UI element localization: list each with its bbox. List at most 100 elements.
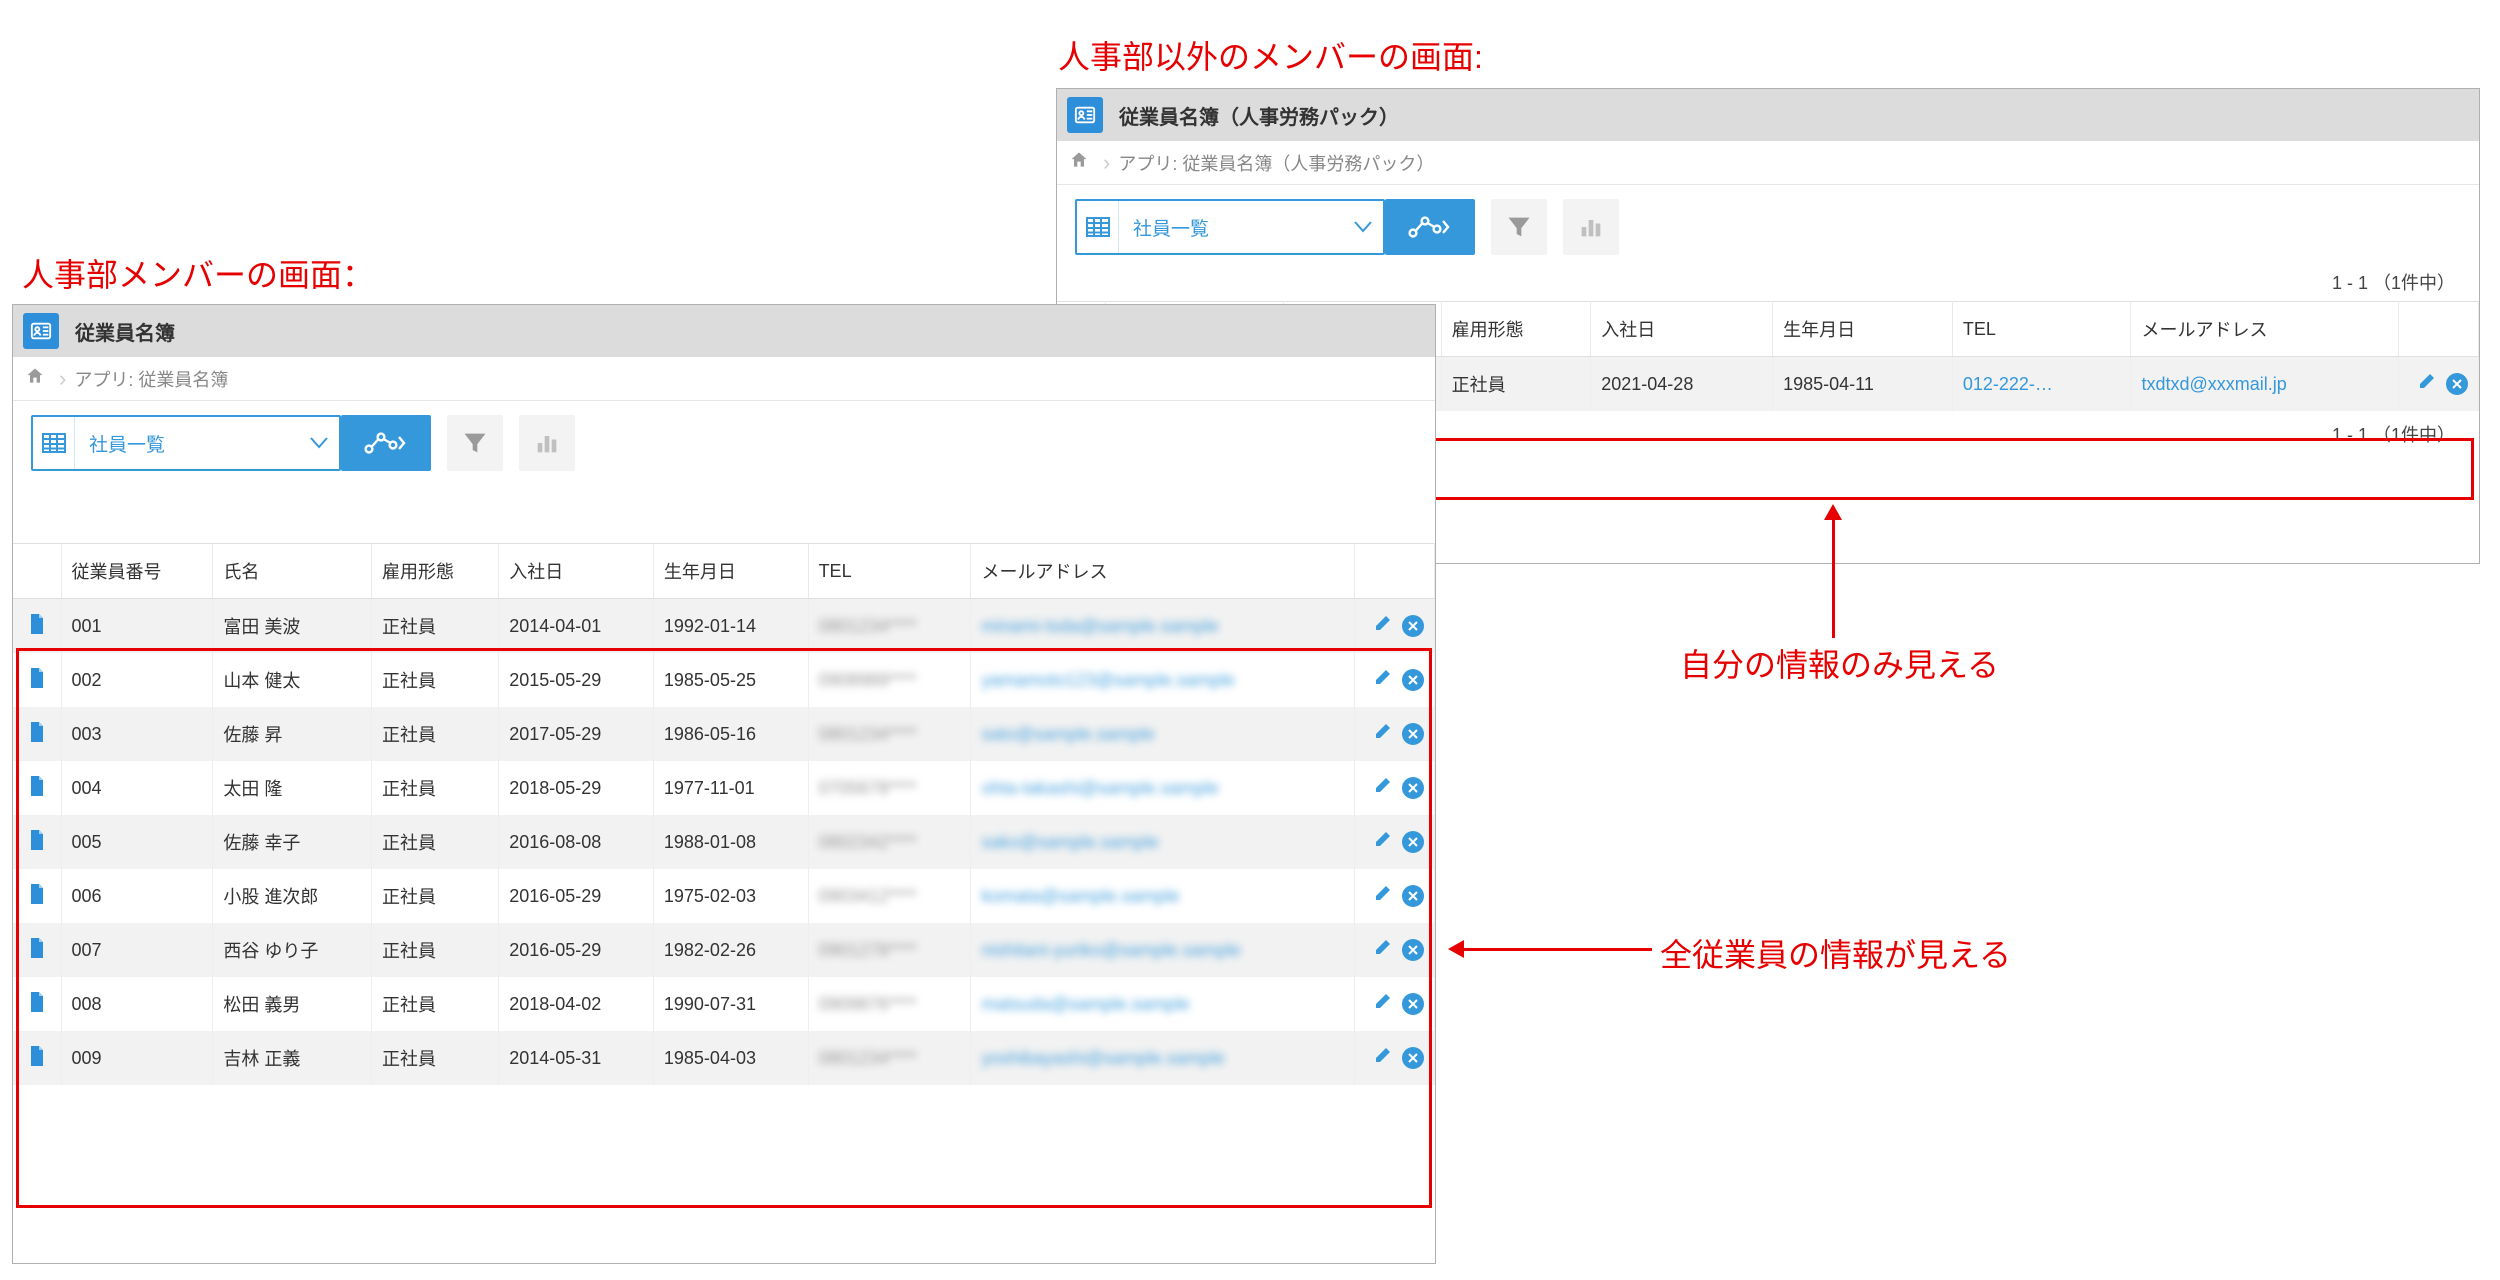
cell-mail: sato@sample.sample (971, 707, 1355, 761)
home-icon[interactable] (25, 366, 45, 392)
col-empno: 従業員番号 (61, 544, 213, 599)
delete-icon[interactable] (1402, 615, 1424, 637)
col-hired: 入社日 (1591, 302, 1773, 357)
record-icon[interactable] (29, 834, 45, 854)
cell-type: 正社員 (372, 761, 499, 815)
annotation-own-info: 自分の情報のみ見える (1680, 640, 1999, 686)
table-row[interactable]: 007西谷 ゆり子正社員2016-05-291982-02-260901278*… (13, 923, 1435, 977)
record-icon[interactable] (29, 996, 45, 1016)
cell-mail: komata@sample.sample (971, 869, 1355, 923)
table-row[interactable]: 003佐藤 昇正社員2017-05-291986-05-160801234***… (13, 707, 1435, 761)
col-type: 雇用形態 (372, 544, 499, 599)
cell-type: 正社員 (372, 707, 499, 761)
app-icon (1067, 97, 1103, 133)
cell-name: 佐藤 幸子 (213, 815, 372, 869)
col-mail: メールアドレス (2131, 302, 2399, 357)
view-select[interactable]: 社員一覧 (1075, 199, 1385, 255)
cell-empno: 002 (61, 653, 213, 707)
record-icon[interactable] (29, 1050, 45, 1070)
cell-name: 太田 隆 (213, 761, 372, 815)
cell-empno: 007 (61, 923, 213, 977)
table-row[interactable]: 008松田 義男正社員2018-04-021990-07-310909876**… (13, 977, 1435, 1031)
table-row[interactable]: 004太田 隆正社員2018-05-291977-11-010705678***… (13, 761, 1435, 815)
chart-button[interactable] (1563, 199, 1619, 255)
list-view-icon (1077, 201, 1119, 253)
cell-hired: 2016-05-29 (499, 923, 654, 977)
view-select-label: 社員一覧 (1119, 214, 1343, 241)
cell-birth: 1992-01-14 (653, 599, 808, 654)
delete-icon[interactable] (2446, 373, 2468, 395)
edit-icon[interactable] (1372, 776, 1392, 801)
cell-birth: 1977-11-01 (653, 761, 808, 815)
edit-icon[interactable] (1372, 938, 1392, 963)
arrow-all-info (1462, 948, 1652, 951)
table-row[interactable]: 006小股 進次郎正社員2016-05-291975-02-030903412*… (13, 869, 1435, 923)
record-icon[interactable] (29, 618, 45, 638)
delete-icon[interactable] (1402, 831, 1424, 853)
delete-icon[interactable] (1402, 993, 1424, 1015)
record-icon[interactable] (29, 942, 45, 962)
cell-tel: 0801234**** (808, 1031, 971, 1085)
record-icon[interactable] (29, 780, 45, 800)
table-row[interactable]: 002山本 健太正社員2015-05-291985-05-250908989**… (13, 653, 1435, 707)
breadcrumb: › アプリ: 従業員名簿 (13, 357, 1435, 401)
col-actions (2399, 302, 2479, 357)
cell-hired: 2017-05-29 (499, 707, 654, 761)
cell-mail: nishitani-yuriko@sample.sample (971, 923, 1355, 977)
filter-button[interactable] (1491, 199, 1547, 255)
cell-name: 山本 健太 (213, 653, 372, 707)
app-title: 従業員名簿 (75, 317, 175, 346)
record-icon[interactable] (29, 672, 45, 692)
edit-icon[interactable] (1372, 614, 1392, 639)
record-icon[interactable] (29, 726, 45, 746)
cell-hired: 2014-05-31 (499, 1031, 654, 1085)
cell-tel: 0801234**** (808, 707, 971, 761)
edit-icon[interactable] (1372, 668, 1392, 693)
home-icon[interactable] (1069, 150, 1089, 176)
breadcrumb-text: アプリ: 従業員名簿 (74, 366, 228, 392)
edit-icon[interactable] (1372, 884, 1392, 909)
col-tel: TEL (1952, 302, 2131, 357)
edit-icon[interactable] (1372, 1046, 1392, 1071)
edit-icon[interactable] (1372, 722, 1392, 747)
cell-hired: 2016-05-29 (499, 869, 654, 923)
table-row[interactable]: 001富田 美波正社員2014-04-011992-01-140801234**… (13, 599, 1435, 654)
cell-tel: 0908989**** (808, 653, 971, 707)
cell-type: 正社員 (372, 869, 499, 923)
chevron-down-icon (1343, 201, 1383, 253)
graph-button[interactable] (1385, 199, 1475, 255)
cell-birth: 1986-05-16 (653, 707, 808, 761)
breadcrumb: › アプリ: 従業員名簿（人事労務パック） (1057, 141, 2479, 185)
edit-icon[interactable] (2416, 372, 2436, 397)
edit-icon[interactable] (1372, 830, 1392, 855)
delete-icon[interactable] (1402, 777, 1424, 799)
col-birth: 生年月日 (653, 544, 808, 599)
cell-hired: 2018-05-29 (499, 761, 654, 815)
table-row[interactable]: 009吉林 正義正社員2014-05-311985-04-030801234**… (13, 1031, 1435, 1085)
table-row[interactable]: 005佐藤 幸子正社員2016-08-081988-01-080802342**… (13, 815, 1435, 869)
cell-birth: 1975-02-03 (653, 869, 808, 923)
delete-icon[interactable] (1402, 723, 1424, 745)
delete-icon[interactable] (1402, 1047, 1424, 1069)
delete-icon[interactable] (1402, 669, 1424, 691)
filter-button[interactable] (447, 415, 503, 471)
app-icon (23, 313, 59, 349)
cell-hired: 2015-05-29 (499, 653, 654, 707)
delete-icon[interactable] (1402, 939, 1424, 961)
chevron-icon: › (59, 366, 66, 392)
view-select[interactable]: 社員一覧 (31, 415, 341, 471)
cell-birth: 1985-04-03 (653, 1031, 808, 1085)
delete-icon[interactable] (1402, 885, 1424, 907)
col-tel: TEL (808, 544, 971, 599)
chart-button[interactable] (519, 415, 575, 471)
cell-mail: minami-tsda@sample.sample (971, 599, 1355, 654)
graph-button[interactable] (341, 415, 431, 471)
record-icon[interactable] (29, 888, 45, 908)
cell-mail: yamamoto123@sample.sample (971, 653, 1355, 707)
toolbar: 社員一覧 (1057, 185, 2479, 259)
cell-tel: 012-222-… (1952, 357, 2131, 412)
panel-hr: 従業員名簿 › アプリ: 従業員名簿 社員一覧 (12, 304, 1436, 1264)
cell-type: 正社員 (372, 815, 499, 869)
edit-icon[interactable] (1372, 992, 1392, 1017)
cell-tel: 0901278**** (808, 923, 971, 977)
